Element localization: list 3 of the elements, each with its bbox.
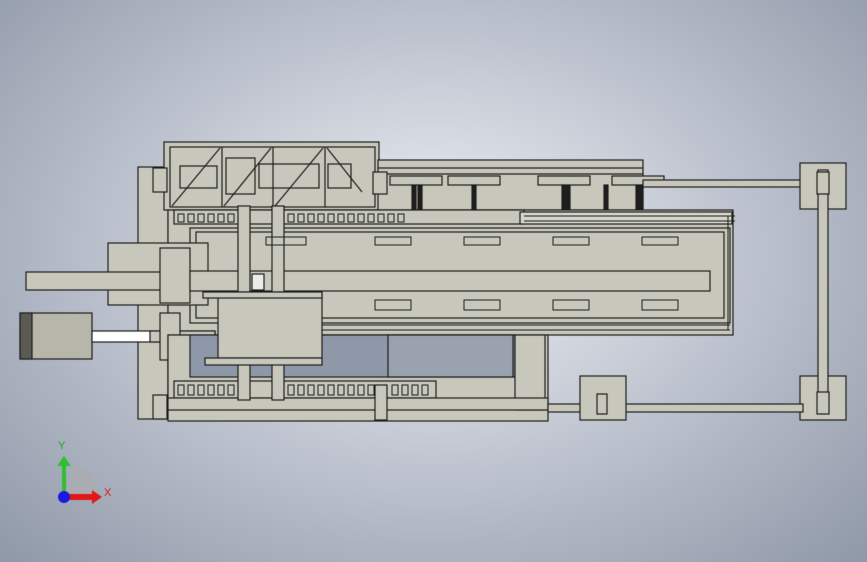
y-axis-label: Y [58, 441, 66, 452]
x-axis-label: X [104, 488, 112, 499]
axis-triad-icon [57, 456, 102, 504]
